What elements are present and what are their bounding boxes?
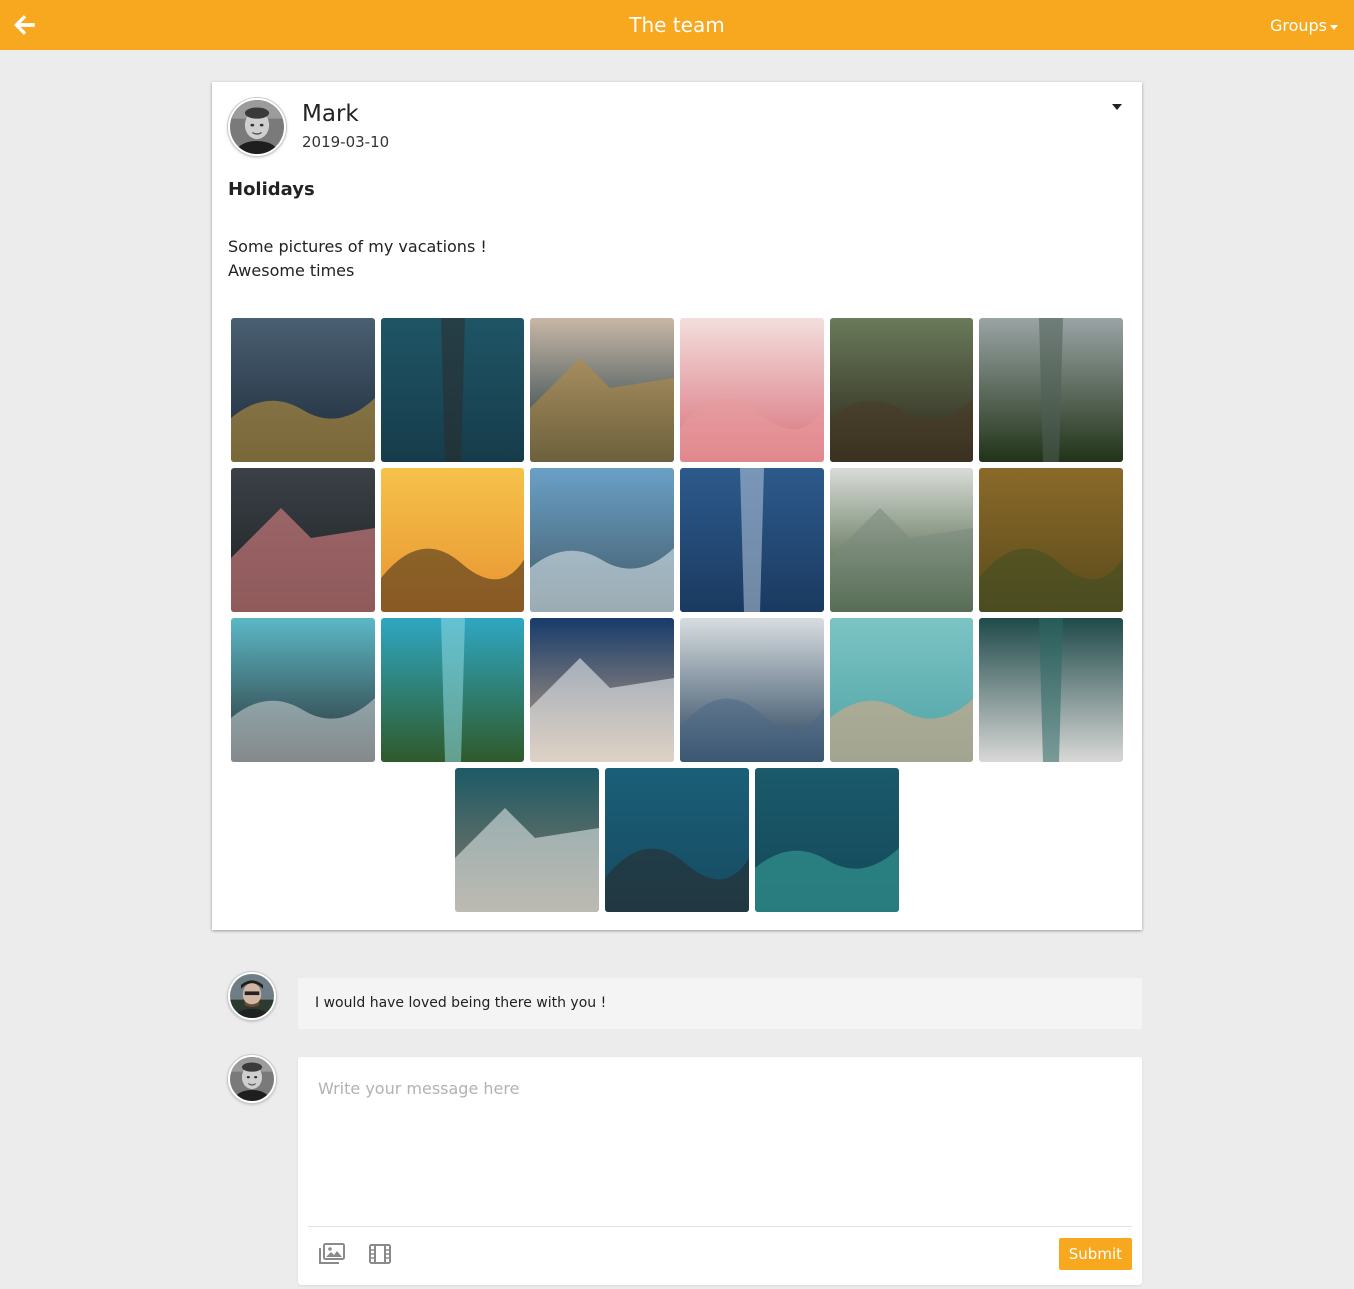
- photo-thumbnail[interactable]: [380, 618, 525, 762]
- photo-image: [979, 618, 1124, 762]
- photo-thumbnail[interactable]: [979, 618, 1124, 762]
- comment-text: I would have loved being there with you …: [315, 995, 607, 1011]
- composer-divider: [308, 1226, 1132, 1227]
- photo-image: [605, 768, 749, 912]
- photo-image: [230, 318, 375, 462]
- groups-label: Groups: [1269, 16, 1327, 35]
- photo-thumbnail[interactable]: [979, 468, 1124, 612]
- photo-image: [230, 468, 375, 612]
- photo-thumbnail[interactable]: [605, 768, 749, 912]
- gallery-row: [230, 468, 1124, 612]
- author-avatar[interactable]: [228, 98, 286, 156]
- submit-button[interactable]: Submit: [1058, 1238, 1132, 1270]
- photo-thumbnail[interactable]: [230, 318, 375, 462]
- groups-dropdown[interactable]: Groups: [1270, 15, 1338, 37]
- photo-thumbnail[interactable]: [680, 468, 824, 612]
- message-input[interactable]: [308, 1067, 1132, 1217]
- photo-thumbnail[interactable]: [829, 318, 974, 462]
- caret-down-icon: [1112, 104, 1122, 110]
- current-user-avatar: [228, 1055, 276, 1103]
- photo-image: [829, 618, 974, 762]
- arrow-left-icon: [14, 15, 35, 35]
- photo-image: [380, 618, 525, 762]
- back-button[interactable]: [12, 12, 38, 38]
- caret-down-icon: [1330, 25, 1338, 30]
- photo-thumbnail[interactable]: [829, 468, 974, 612]
- post-date: 2019-03-10: [302, 133, 390, 151]
- photo-thumbnail[interactable]: [829, 618, 974, 762]
- top-bar: The team Groups: [0, 0, 1354, 50]
- post-body: Some pictures of my vacations ! Awesome …: [228, 235, 487, 283]
- photo-thumbnail[interactable]: [455, 768, 599, 912]
- message-composer: Submit: [298, 1057, 1142, 1285]
- photo-image: [979, 318, 1124, 462]
- photo-thumbnail[interactable]: [680, 318, 824, 462]
- gallery-row: [231, 768, 1123, 912]
- photo-image: [755, 768, 899, 912]
- comment-bubble: I would have loved being there with you …: [298, 978, 1142, 1029]
- photo-image: [979, 468, 1124, 612]
- photo-image: [530, 468, 674, 612]
- photo-image: [829, 468, 974, 612]
- photo-thumbnail[interactable]: [680, 618, 824, 762]
- commenter-avatar[interactable]: [228, 972, 276, 1020]
- photo-image: [380, 318, 525, 462]
- photo-image: [680, 318, 824, 462]
- photo-image: [680, 618, 824, 762]
- photo-image: [380, 468, 525, 612]
- photo-gallery: [230, 318, 1124, 918]
- author-name[interactable]: Mark: [302, 100, 359, 128]
- photo-image: [530, 618, 674, 762]
- photo-thumbnail[interactable]: [380, 318, 525, 462]
- photo-thumbnail[interactable]: [230, 468, 375, 612]
- post-body-line: Some pictures of my vacations !: [228, 237, 487, 256]
- post-card: Mark 2019-03-10 Holidays Some pictures o…: [212, 82, 1142, 930]
- film-icon: [369, 1244, 391, 1264]
- post-body-line: Awesome times: [228, 261, 355, 280]
- photo-image: [829, 318, 974, 462]
- photo-thumbnail[interactable]: [530, 318, 674, 462]
- post-title: Holidays: [228, 179, 315, 200]
- attach-video-button[interactable]: [366, 1241, 394, 1267]
- photo-image: [680, 468, 824, 612]
- photo-thumbnail[interactable]: [530, 468, 674, 612]
- images-icon: [319, 1243, 345, 1264]
- photo-thumbnail[interactable]: [979, 318, 1124, 462]
- photo-thumbnail[interactable]: [755, 768, 899, 912]
- photo-thumbnail[interactable]: [530, 618, 674, 762]
- page-title: The team: [629, 13, 725, 37]
- photo-image: [455, 768, 599, 912]
- gallery-row: [230, 618, 1124, 762]
- attach-image-button[interactable]: [318, 1241, 346, 1267]
- gallery-row: [230, 318, 1124, 462]
- photo-thumbnail[interactable]: [230, 618, 375, 762]
- photo-image: [230, 618, 375, 762]
- photo-thumbnail[interactable]: [380, 468, 525, 612]
- photo-image: [530, 318, 674, 462]
